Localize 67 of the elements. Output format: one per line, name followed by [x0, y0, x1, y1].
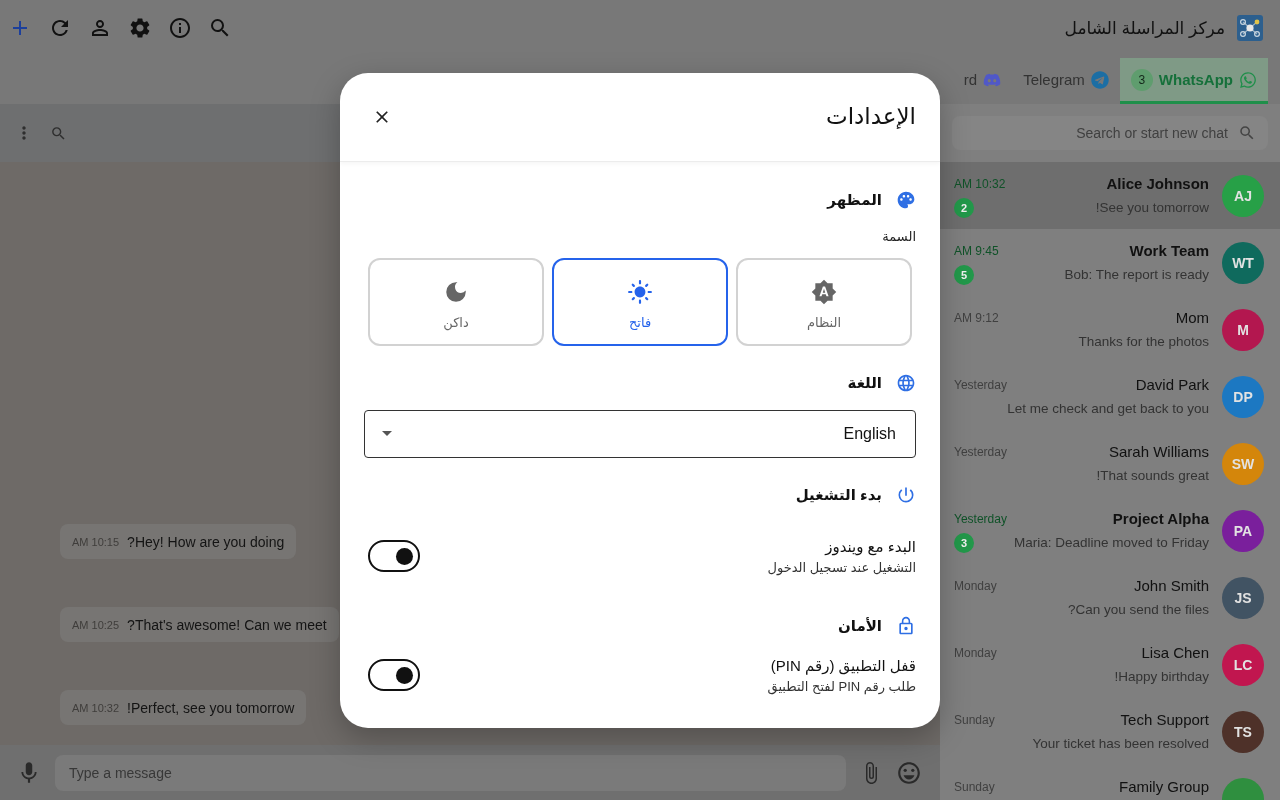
timestamp: AM 9:12	[954, 310, 999, 325]
timestamp: Sunday	[954, 779, 995, 794]
timestamp: Yesterday	[954, 444, 1007, 459]
message-text: ?That's awesome! Can we meet	[127, 616, 327, 633]
language-select[interactable]: English	[364, 409, 916, 458]
avatar: JS	[1222, 576, 1264, 619]
count-badge: 3	[1130, 68, 1153, 91]
avatar: SW	[1222, 442, 1264, 485]
tab[interactable]: Telegram	[1012, 58, 1120, 104]
toggle-switch[interactable]	[368, 659, 420, 691]
section-title: المظهر	[827, 190, 882, 209]
letter-a-star-icon	[811, 278, 837, 305]
search-field[interactable]: Search or start new chat	[952, 116, 1268, 150]
message-text: ?Hey! How are you doing	[127, 533, 285, 550]
settings-icon[interactable]	[128, 16, 152, 40]
paper-plane-icon	[1090, 70, 1109, 89]
caret-icon	[382, 431, 392, 436]
message-text: !Perfect, see you tomorrow	[127, 699, 295, 716]
field-label: السمة	[882, 228, 916, 244]
setting-label: قفل التطبيق (رقم PIN)	[769, 656, 916, 675]
message-preview: !Happy birthday	[1114, 669, 1209, 684]
setting-description: طلب رقم PIN لفتح التطبيق	[767, 678, 916, 694]
tab[interactable]: rd	[952, 58, 1013, 104]
timestamp: Monday	[954, 645, 997, 660]
timestamp: Yesterday	[954, 511, 1007, 526]
avatar: PA	[1222, 509, 1264, 552]
timestamp: Yesterday	[954, 377, 1007, 392]
theme-option[interactable]: النظام	[736, 257, 912, 346]
timestamp: AM 9:45	[954, 243, 999, 258]
message-preview: ?Can you send the files	[1067, 602, 1209, 617]
sun-icon	[627, 278, 653, 305]
dialog-title: الإعدادات	[826, 103, 916, 130]
avatar: TS	[1222, 710, 1264, 753]
section-title: اللغة	[847, 373, 882, 392]
avatar: M	[1222, 308, 1264, 351]
unread-badge: 2	[954, 197, 974, 218]
toggle-switch[interactable]	[368, 540, 420, 572]
message-preview: Your ticket has been resolved	[1032, 736, 1209, 751]
avatar: AJ	[1222, 174, 1264, 217]
search-icon[interactable]	[50, 124, 67, 142]
section-title: الأمان	[837, 616, 882, 635]
search-icon	[1238, 124, 1256, 142]
unread-badge: 5	[954, 264, 974, 285]
avatar: DP	[1222, 375, 1264, 418]
globe-icon	[896, 372, 916, 393]
smiley-icon[interactable]	[896, 759, 922, 786]
message-input[interactable]: Type a message	[55, 754, 846, 791]
theme-option[interactable]: داكن	[368, 257, 544, 346]
app-title: مركز المراسلة الشامل	[1064, 17, 1225, 39]
palette-icon	[896, 189, 916, 210]
avatar: WT	[1222, 241, 1264, 284]
message-preview: Thanks for the photos	[1078, 334, 1209, 349]
info-icon[interactable]	[168, 16, 192, 40]
timestamp: AM 10:32	[954, 176, 1006, 191]
phone-chat-bubble-icon	[1239, 70, 1257, 89]
timestamp: Sunday	[954, 712, 995, 727]
lock-icon	[896, 615, 916, 636]
section-title: بدء التشغيل	[795, 485, 882, 504]
message-preview: !That sounds great	[1096, 468, 1209, 483]
app-logo-icon	[1237, 15, 1263, 41]
setting-description: التشغيل عند تسجيل الدخول	[767, 559, 916, 575]
timestamp: Monday	[954, 578, 997, 593]
setting-label: البدء مع ويندوز	[823, 537, 916, 556]
avatar: LC	[1222, 643, 1264, 686]
message-preview: Let me check and get back to you	[1007, 401, 1209, 416]
unread-badge: 3	[954, 532, 974, 553]
message-time: AM 10:32	[72, 701, 120, 714]
